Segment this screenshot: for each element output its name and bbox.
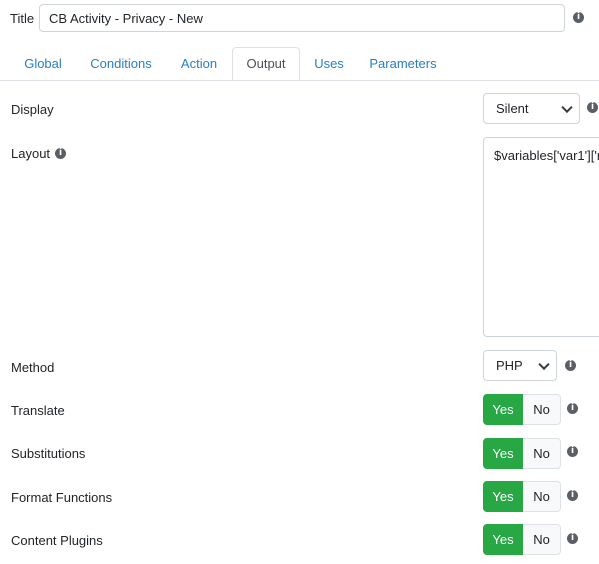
format-functions-label: Format Functions <box>11 490 113 505</box>
tab-uses[interactable]: Uses <box>302 47 356 81</box>
method-select[interactable]: PHP <box>483 350 557 381</box>
substitutions-label: Substitutions <box>11 446 86 461</box>
chevron-down-icon <box>561 101 573 113</box>
info-icon[interactable]: i <box>565 360 576 371</box>
info-icon[interactable]: i <box>567 403 578 414</box>
tab-action[interactable]: Action <box>167 47 231 81</box>
chevron-down-icon <box>538 358 550 370</box>
info-icon[interactable]: i <box>567 533 578 544</box>
translate-no-button[interactable]: No <box>523 394 561 425</box>
content-plugins-no-button[interactable]: No <box>523 524 561 555</box>
info-icon[interactable]: i <box>567 490 578 501</box>
content-plugins-yes-button[interactable]: Yes <box>483 524 523 555</box>
translate-label: Translate <box>11 403 65 418</box>
info-icon[interactable]: i <box>573 12 584 23</box>
display-select-value: Silent <box>496 101 529 116</box>
info-icon[interactable]: i <box>55 148 66 159</box>
method-select-value: PHP <box>496 358 523 373</box>
title-input[interactable] <box>39 4 565 32</box>
translate-yes-button[interactable]: Yes <box>483 394 523 425</box>
tab-output[interactable]: Output <box>232 47 300 81</box>
content-plugins-label: Content Plugins <box>11 533 103 548</box>
info-icon[interactable]: i <box>567 446 578 457</box>
tab-parameters[interactable]: Parameters <box>358 47 448 81</box>
title-label: Title <box>10 11 35 26</box>
display-select[interactable]: Silent <box>483 93 580 124</box>
format-functions-toggle: Yes No <box>483 481 561 512</box>
substitutions-toggle: Yes No <box>483 438 561 469</box>
layout-label: Layout <box>11 146 51 161</box>
translate-toggle: Yes No <box>483 394 561 425</box>
substitutions-yes-button[interactable]: Yes <box>483 438 523 469</box>
info-icon[interactable]: i <box>587 102 598 113</box>
display-label: Display <box>11 102 54 117</box>
tab-divider <box>0 80 599 81</box>
tab-conditions[interactable]: Conditions <box>77 47 165 81</box>
format-functions-no-button[interactable]: No <box>523 481 561 512</box>
content-plugins-toggle: Yes No <box>483 524 561 555</box>
tab-global[interactable]: Global <box>11 47 75 81</box>
format-functions-yes-button[interactable]: Yes <box>483 481 523 512</box>
layout-textarea[interactable]: $variables['var1']['r <box>483 137 599 337</box>
substitutions-no-button[interactable]: No <box>523 438 561 469</box>
method-label: Method <box>11 360 55 375</box>
